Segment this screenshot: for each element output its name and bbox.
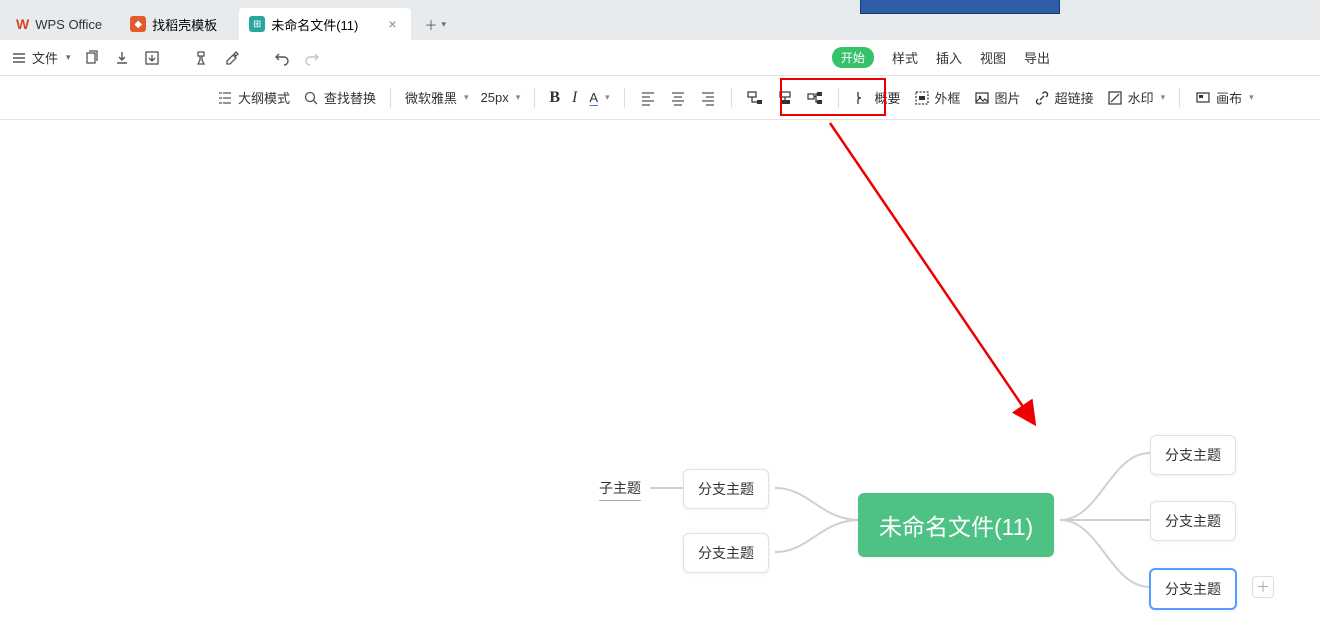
tab-current-doc[interactable]: ⊞ 未命名文件(11) ×: [239, 8, 410, 40]
image-button[interactable]: 图片: [967, 83, 1027, 113]
italic-icon: I: [572, 89, 577, 107]
format-painter-icon[interactable]: [193, 49, 211, 67]
menu-view[interactable]: 视图: [980, 48, 1006, 67]
menu-export[interactable]: 导出: [1024, 48, 1050, 67]
watermark-button[interactable]: 水印▾: [1100, 83, 1172, 113]
align-center-icon: [669, 89, 687, 107]
tab-label: 未命名文件(11): [271, 15, 358, 34]
branch-right-3-selected[interactable]: 分支主题: [1149, 568, 1237, 610]
tab-templates[interactable]: ◆ 找稻壳模板: [120, 8, 231, 40]
title-blue-bar: [860, 0, 1060, 14]
titlebar: W WPS Office ◆ 找稻壳模板 ⊞ 未命名文件(11) × ＋ ▾: [0, 0, 1320, 40]
outline-icon: [216, 89, 234, 107]
separator: [624, 88, 625, 108]
font-color-icon: A: [589, 90, 598, 105]
menu-insert[interactable]: 插入: [936, 48, 962, 67]
search-icon: [302, 89, 320, 107]
chevron-down-icon: ▾: [66, 52, 71, 63]
sibling-topic-icon: [776, 89, 794, 107]
separator: [534, 88, 535, 108]
wps-logo-icon: W: [16, 16, 29, 32]
parent-topic-icon: [806, 89, 824, 107]
brand-text: WPS Office: [35, 17, 102, 32]
copy-icon[interactable]: [83, 49, 101, 67]
frame-button[interactable]: 外框: [907, 83, 967, 113]
menu-style[interactable]: 样式: [892, 48, 918, 67]
image-icon: [973, 89, 991, 107]
highlighter-icon[interactable]: [223, 49, 241, 67]
italic-button[interactable]: I: [566, 83, 583, 113]
file-label: 文件: [32, 48, 58, 67]
branch-right-2[interactable]: 分支主题: [1150, 501, 1236, 541]
font-family-dropdown[interactable]: 微软雅黑▾: [399, 83, 475, 113]
import-icon[interactable]: [143, 49, 161, 67]
quick-toolbar: 文件 ▾ 开始 样式 插入 视图 导出: [0, 40, 1320, 76]
connectors: [0, 120, 1320, 632]
summary-button[interactable]: 概要: [847, 83, 907, 113]
outline-mode-button[interactable]: 大纲模式: [210, 83, 296, 113]
close-icon[interactable]: ×: [388, 16, 396, 32]
chevron-down-icon: ▾: [1249, 92, 1254, 103]
bold-icon: B: [549, 89, 560, 107]
mindmap-file-icon: ⊞: [249, 16, 265, 32]
file-menu[interactable]: 文件 ▾: [10, 48, 71, 67]
insert-subtopic-button[interactable]: [740, 83, 770, 113]
align-left-button[interactable]: [633, 83, 663, 113]
child-topic-left[interactable]: 子主题: [599, 478, 641, 501]
separator: [1179, 88, 1180, 108]
separator: [390, 88, 391, 108]
chevron-down-icon: ▾: [516, 92, 521, 103]
align-right-button[interactable]: [693, 83, 723, 113]
font-size-dropdown[interactable]: 25px▾: [475, 83, 527, 113]
menu-start[interactable]: 开始: [832, 47, 874, 68]
redo-icon[interactable]: [303, 49, 321, 67]
chevron-down-icon: ▾: [442, 19, 447, 30]
mindmap-canvas[interactable]: 未命名文件(11) 分支主题 分支主题 子主题 分支主题 分支主题 分支主题 ＋: [0, 120, 1320, 632]
align-right-icon: [699, 89, 717, 107]
ribbon-toolbar: 大纲模式 查找替换 微软雅黑▾ 25px▾ B I A▾ 概要 外框 图片 超链…: [0, 76, 1320, 120]
tab-label: 找稻壳模板: [152, 15, 217, 34]
insert-sibling-button[interactable]: [770, 83, 800, 113]
chevron-down-icon: ▾: [464, 92, 469, 103]
insert-parent-button[interactable]: [800, 83, 830, 113]
branch-right-1[interactable]: 分支主题: [1150, 435, 1236, 475]
separator: [731, 88, 732, 108]
summary-icon: [853, 89, 871, 107]
separator: [838, 88, 839, 108]
chevron-down-icon: ▾: [605, 92, 610, 103]
align-left-icon: [639, 89, 657, 107]
find-replace-button[interactable]: 查找替换: [296, 83, 382, 113]
plus-icon: ＋: [425, 15, 438, 34]
app-brand: W WPS Office: [4, 8, 116, 40]
branch-left-1[interactable]: 分支主题: [683, 469, 769, 509]
download-icon[interactable]: [113, 49, 131, 67]
chevron-down-icon: ▾: [1161, 92, 1166, 103]
align-center-button[interactable]: [663, 83, 693, 113]
central-topic[interactable]: 未命名文件(11): [858, 493, 1054, 557]
new-tab-button[interactable]: ＋ ▾: [415, 8, 457, 40]
add-node-button[interactable]: ＋: [1252, 576, 1274, 598]
subtopic-icon: [746, 89, 764, 107]
template-icon: ◆: [130, 16, 146, 32]
bold-button[interactable]: B: [543, 83, 566, 113]
canvas-button[interactable]: 画布▾: [1188, 83, 1260, 113]
watermark-icon: [1106, 89, 1124, 107]
branch-left-2[interactable]: 分支主题: [683, 533, 769, 573]
undo-icon[interactable]: [273, 49, 291, 67]
hyperlink-button[interactable]: 超链接: [1027, 83, 1100, 113]
font-color-button[interactable]: A▾: [583, 83, 615, 113]
frame-icon: [913, 89, 931, 107]
link-icon: [1033, 89, 1051, 107]
hamburger-icon: [10, 49, 28, 67]
canvas-icon: [1194, 89, 1212, 107]
